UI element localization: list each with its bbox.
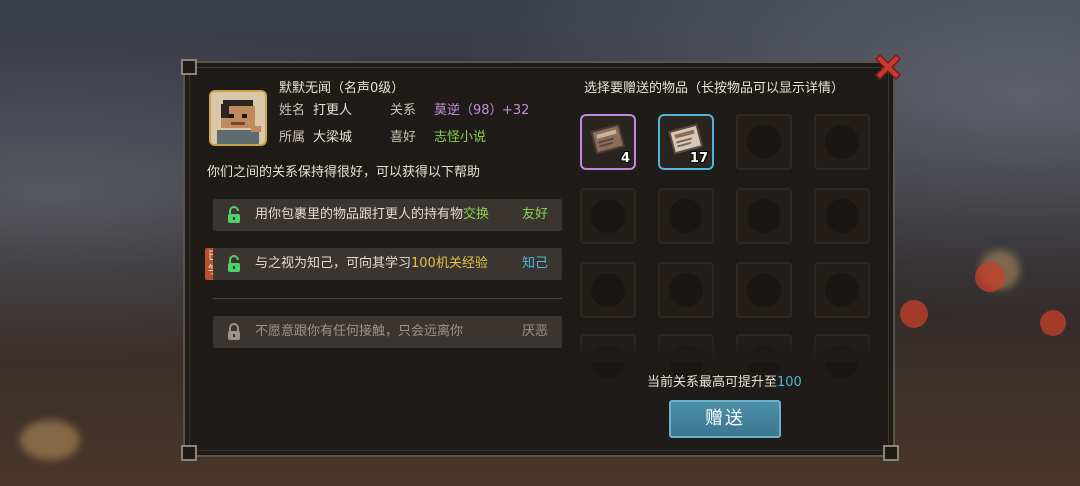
empty-slot[interactable] — [580, 262, 636, 318]
faction-value: 大梁城 — [313, 130, 353, 145]
panel-corner — [181, 445, 197, 461]
empty-slot[interactable] — [580, 188, 636, 244]
benefit-row-confidant: 与之视为知己，可向其学习100机关经验 知己 — [213, 248, 562, 280]
empty-slot[interactable] — [814, 262, 870, 318]
background-lantern — [1040, 310, 1066, 336]
locked-lock-icon — [225, 323, 243, 341]
hobby-value: 志怪小说 — [434, 130, 487, 145]
relation-value: 莫逆（98） — [434, 103, 503, 118]
panel-corner — [181, 59, 197, 75]
relation-limit-text: 当前关系最高可提升至100 — [647, 375, 802, 390]
empty-slot[interactable] — [736, 262, 792, 318]
background-lantern — [900, 300, 928, 328]
benefit-text: 不愿意跟你有任何接触，只会远离你 — [255, 324, 464, 339]
relation-label: 关系 — [390, 103, 417, 118]
benefit-text: 用你包裹里的物品跟打更人的持有物交换 — [255, 207, 490, 222]
unlocked-lock-icon — [225, 206, 243, 224]
benefit-tag: 厌恶 — [521, 324, 548, 339]
empty-slot[interactable] — [658, 188, 714, 244]
benefit-tag: 友好 — [521, 207, 548, 222]
item-count: 17 — [689, 151, 708, 166]
gift-title: 选择要赠送的物品（长按物品可以显示详情） — [584, 81, 845, 96]
divider — [213, 298, 562, 299]
unlocked-lock-icon — [225, 255, 243, 273]
empty-slot[interactable] — [814, 114, 870, 170]
name-label: 姓名 — [279, 103, 306, 118]
empty-slot[interactable] — [736, 188, 792, 244]
name-value: 打更人 — [313, 103, 353, 118]
benefit-row-hatred: 不愿意跟你有任何接触，只会远离你 厌恶 — [213, 316, 562, 348]
item-count: 4 — [620, 151, 630, 166]
benefit-text: 与之视为知己，可向其学习100机关经验 — [255, 256, 488, 271]
empty-slot[interactable] — [658, 262, 714, 318]
grid-fade — [575, 338, 875, 362]
close-button[interactable] — [869, 48, 907, 86]
background-lantern — [975, 262, 1005, 292]
benefit-row-exchange: 用你包裹里的物品跟打更人的持有物交换 友好 — [213, 199, 562, 231]
hobby-label: 喜好 — [390, 130, 417, 145]
avatar — [211, 92, 265, 144]
gift-item-slot[interactable]: 17 — [658, 114, 714, 170]
panel-corner — [883, 445, 899, 461]
gift-item-slot[interactable]: 4 — [580, 114, 636, 170]
fame-header: 默默无闻（名声0级） — [279, 81, 405, 96]
empty-slot[interactable] — [736, 114, 792, 170]
benefit-tag: 知己 — [521, 256, 548, 271]
npc-portrait — [209, 90, 267, 146]
empty-slot[interactable] — [814, 188, 870, 244]
background-light — [20, 420, 80, 460]
gift-button[interactable]: 赠送 — [669, 400, 781, 438]
relation-delta: +32 — [502, 103, 530, 118]
faction-label: 所属 — [279, 130, 306, 145]
close-icon — [874, 53, 902, 81]
help-intro: 你们之间的关系保持得很好，可以获得以下帮助 — [207, 165, 481, 180]
